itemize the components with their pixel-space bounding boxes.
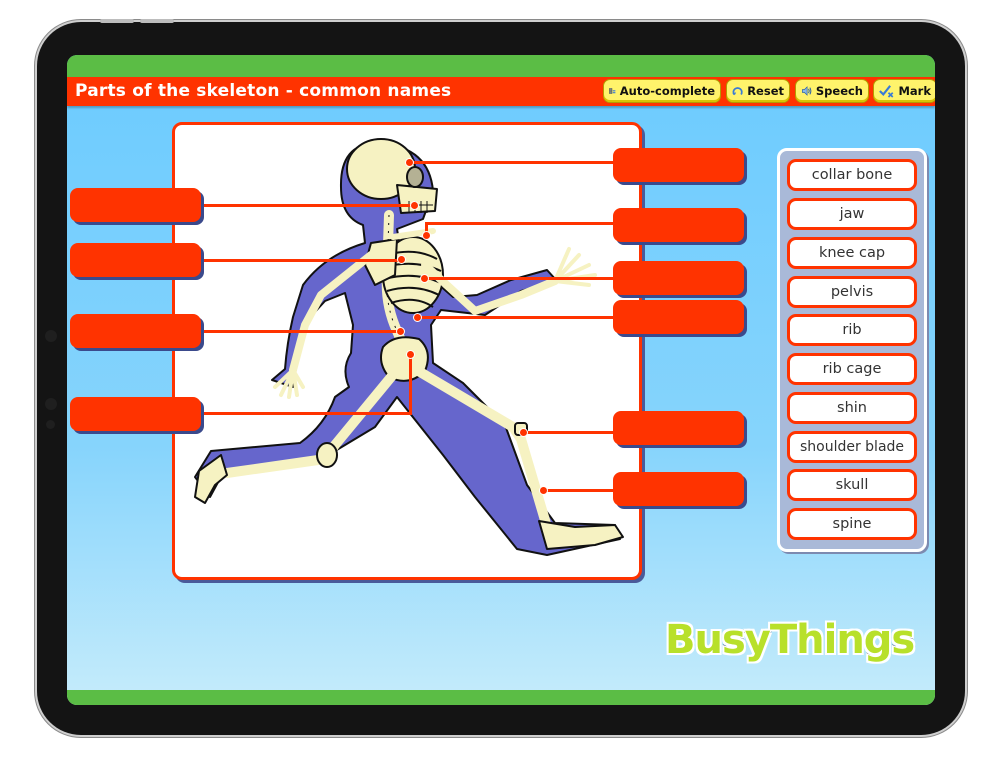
page-title: Parts of the skeleton - common names	[75, 81, 452, 101]
drop-zone-right-2[interactable]	[613, 208, 744, 242]
word-tile[interactable]: pelvis	[787, 276, 917, 308]
word-tile[interactable]: shin	[787, 392, 917, 424]
leader-line-rib	[417, 316, 615, 319]
word-bank: collar bone jaw knee cap pelvis rib rib …	[777, 148, 927, 552]
word-tile[interactable]: skull	[787, 469, 917, 501]
mark-label: Mark	[898, 84, 931, 98]
pin-rib-cage	[420, 274, 429, 283]
pin-spine	[396, 327, 405, 336]
header-strip	[67, 55, 935, 77]
drop-zone-right-4[interactable]	[613, 300, 744, 334]
drop-zone-left-1[interactable]	[70, 188, 201, 222]
pin-pelvis	[406, 350, 415, 359]
pin-rib	[413, 313, 422, 322]
speech-button[interactable]: Speech	[795, 79, 869, 103]
title-bar: Parts of the skeleton - common names Aut…	[67, 77, 935, 106]
camera-icon	[45, 330, 57, 342]
word-tile[interactable]: knee cap	[787, 237, 917, 269]
drop-zone-left-2[interactable]	[70, 243, 201, 277]
volume-button	[140, 19, 174, 23]
autocomplete-icon	[609, 88, 616, 94]
reset-icon	[732, 87, 743, 96]
volume-button	[100, 19, 134, 23]
leader-line-shin	[543, 489, 615, 492]
busythings-logo: BusyThings	[663, 616, 916, 665]
pin-skull	[405, 158, 414, 167]
leader-line-pelvis	[199, 412, 412, 415]
drop-zone-left-4[interactable]	[70, 397, 201, 431]
pin-collar-bone	[422, 231, 431, 240]
word-tile[interactable]: spine	[787, 508, 917, 540]
leader-line-collar-bone	[427, 222, 615, 225]
pin-shoulder-blade	[397, 255, 406, 264]
leader-line-pelvis-vertical	[409, 355, 412, 415]
word-tile[interactable]: shoulder blade	[787, 431, 917, 463]
word-tile[interactable]: rib	[787, 314, 917, 346]
mark-button[interactable]: Mark	[873, 79, 935, 103]
word-tile[interactable]: jaw	[787, 198, 917, 230]
leader-line-skull	[409, 161, 615, 164]
leader-line-shoulder-blade	[199, 259, 401, 262]
speaker-icon	[802, 86, 812, 96]
drop-zone-right-6[interactable]	[613, 472, 744, 506]
drop-zone-left-3[interactable]	[70, 314, 201, 348]
reset-label: Reset	[747, 84, 784, 98]
sensor-icon	[46, 420, 55, 429]
footer-strip	[67, 690, 935, 705]
leader-line-jaw	[199, 204, 411, 207]
mark-icon	[879, 85, 894, 98]
reset-button[interactable]: Reset	[726, 79, 790, 103]
drop-zone-right-3[interactable]	[613, 261, 744, 295]
drop-zone-right-1[interactable]	[613, 148, 744, 182]
speech-label: Speech	[815, 84, 863, 98]
word-tile[interactable]: collar bone	[787, 159, 917, 191]
pin-shin	[539, 486, 548, 495]
pin-knee-cap	[519, 428, 528, 437]
leader-line-spine	[199, 330, 399, 333]
autocomplete-button[interactable]: Auto-complete	[603, 79, 721, 103]
drop-zone-right-5[interactable]	[613, 411, 744, 445]
sensor-icon	[45, 398, 57, 410]
autocomplete-label: Auto-complete	[619, 84, 715, 98]
pin-jaw	[410, 201, 419, 210]
leader-line-rib-cage	[423, 277, 615, 280]
word-tile[interactable]: rib cage	[787, 353, 917, 385]
leader-line-knee-cap	[522, 431, 615, 434]
app-screen: Parts of the skeleton - common names Aut…	[67, 55, 935, 705]
